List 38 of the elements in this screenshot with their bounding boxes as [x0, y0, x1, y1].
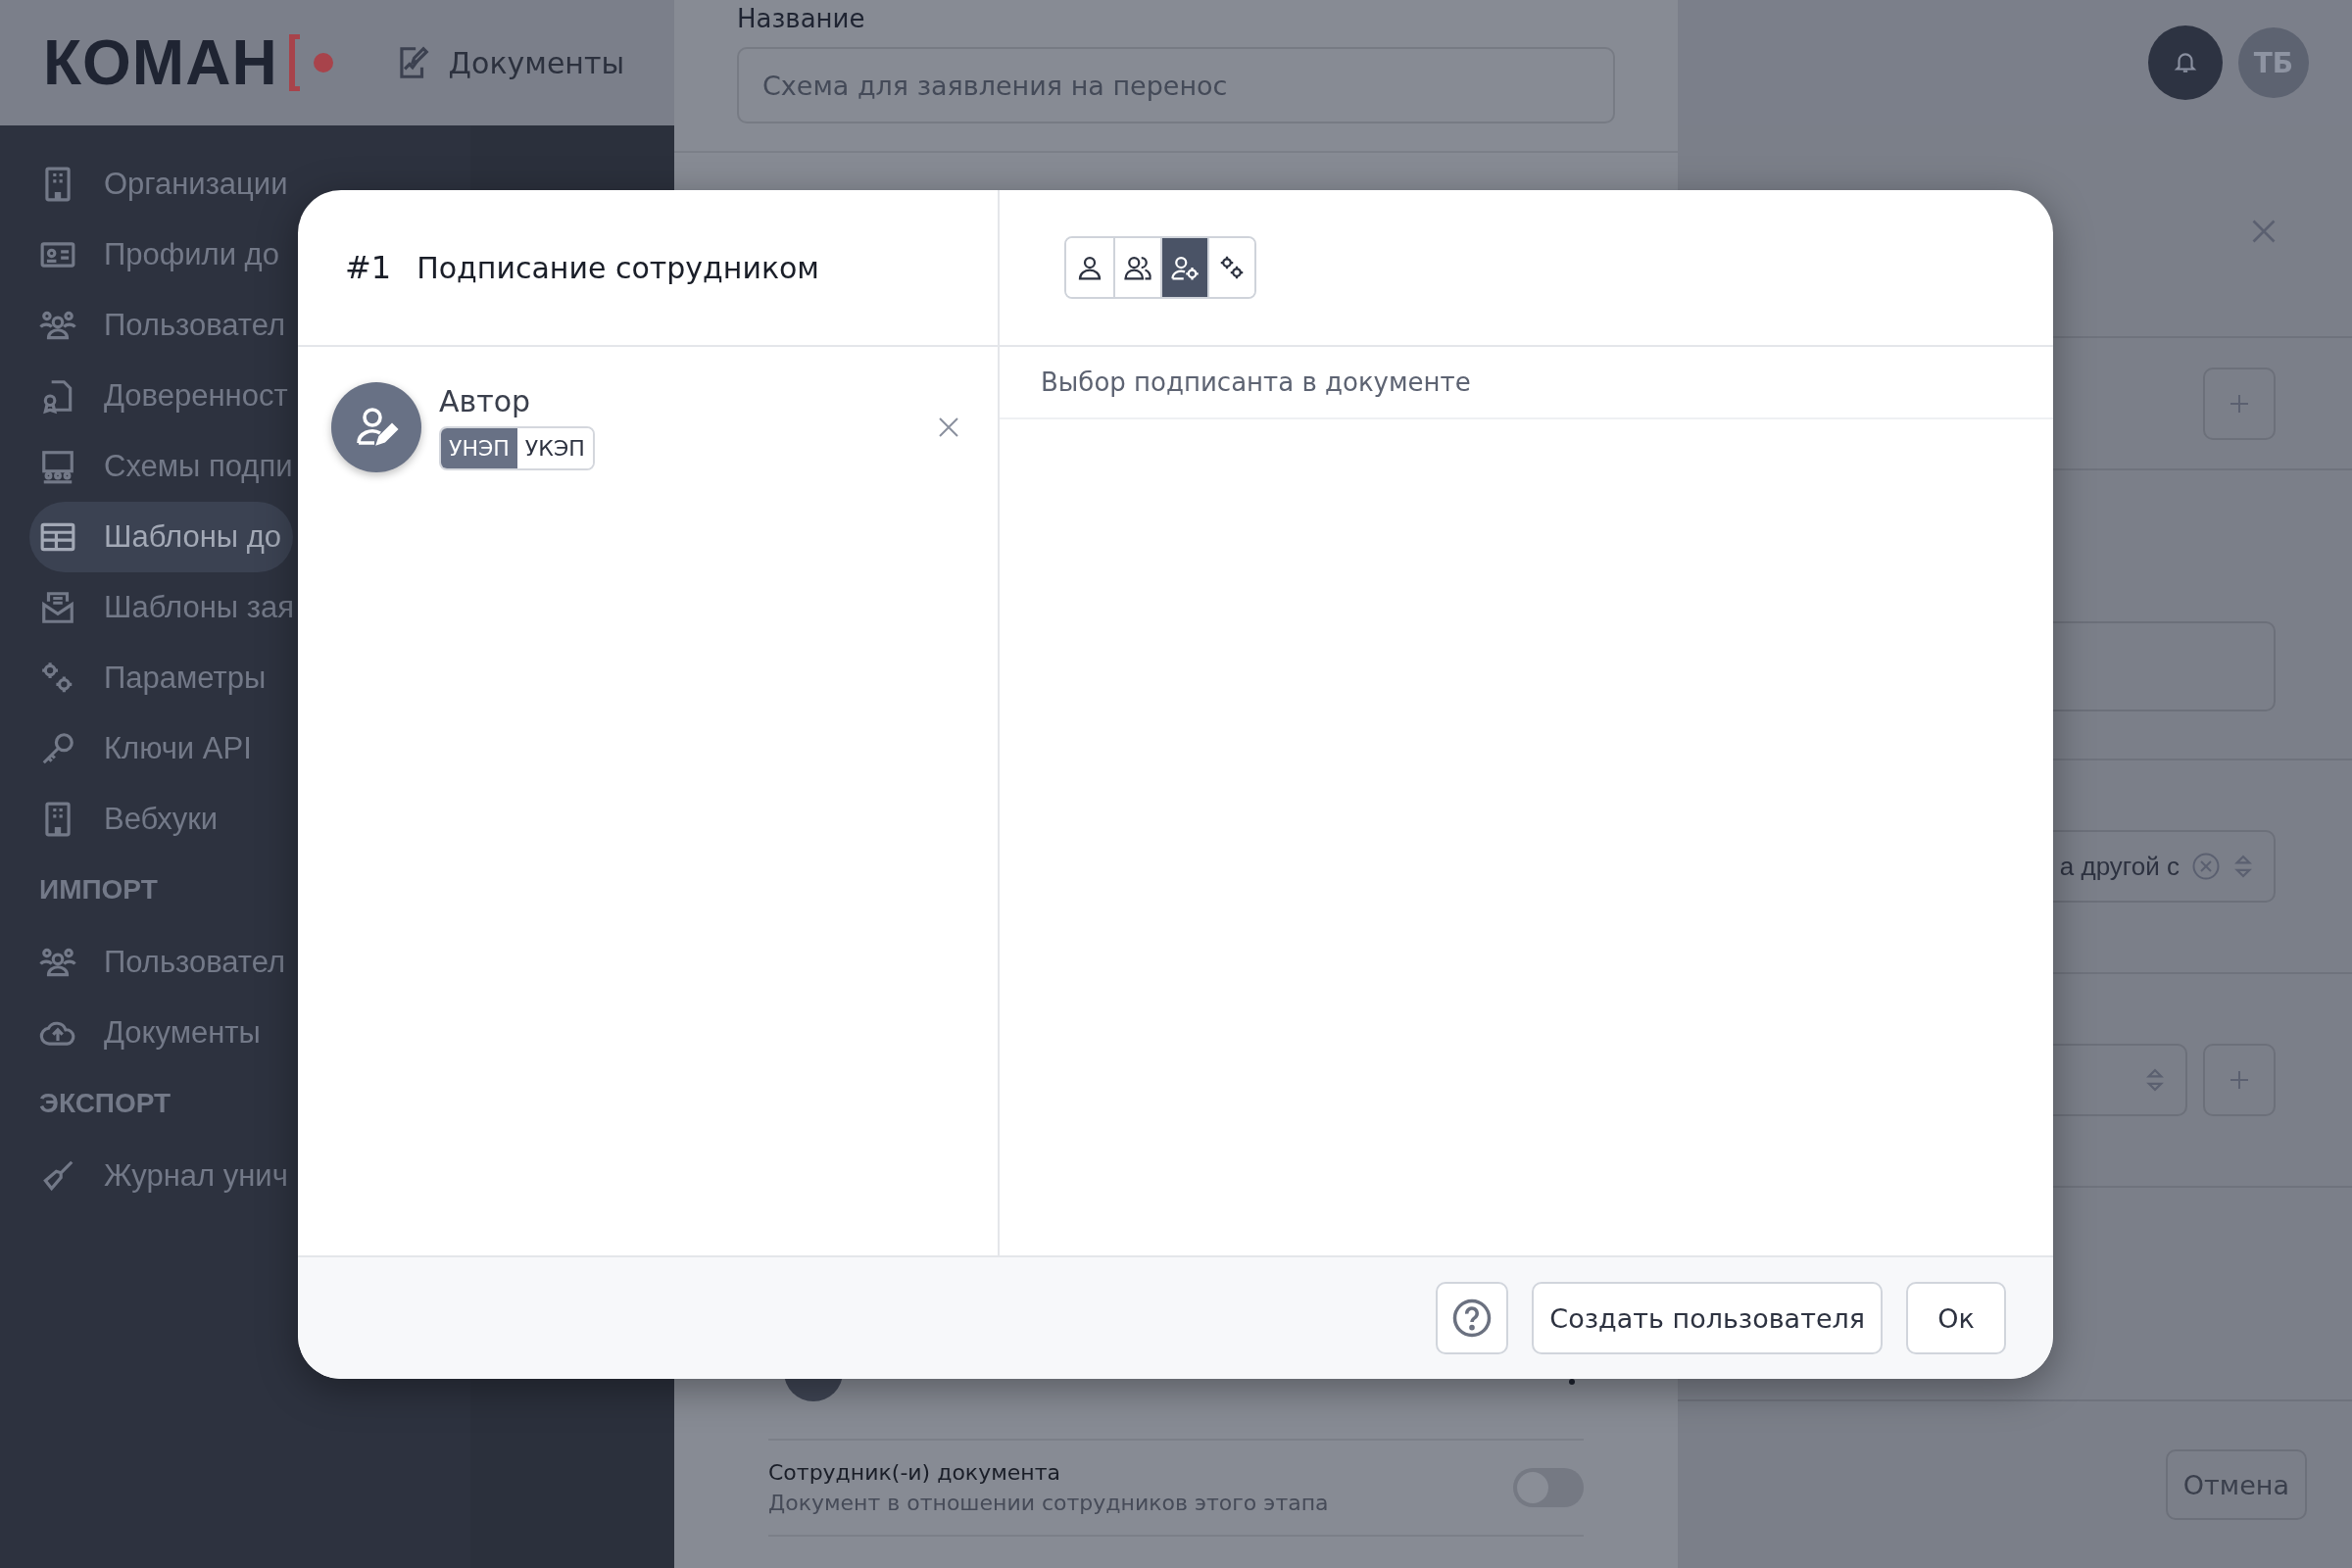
close-icon[interactable]: [937, 416, 960, 439]
sidebar-section-heading: ЭКСПОРТ: [38, 1087, 172, 1120]
name-field[interactable]: Схема для заявления на перенос: [737, 47, 1615, 123]
signer-mode-button[interactable]: [1160, 238, 1207, 297]
sidebar-item[interactable]: Документы: [29, 998, 272, 1068]
toggle-description: Документ в отношении сотрудников этого этапа: [768, 1491, 1329, 1515]
help-icon: [1451, 1298, 1494, 1339]
sidebar-item[interactable]: Вебхуки: [29, 784, 230, 855]
sidebar-item[interactable]: Параметры: [29, 643, 278, 713]
create-user-button[interactable]: Создать пользователя: [1532, 1282, 1883, 1354]
bell-icon: [2173, 50, 2198, 75]
modal-title: Подписание сотрудником: [416, 250, 819, 285]
field-label: Название: [737, 3, 866, 33]
plus-icon: [2228, 1068, 2251, 1092]
sidebar-item[interactable]: Профили до: [29, 220, 291, 290]
ok-button[interactable]: Ок: [1906, 1282, 2006, 1354]
logo-text: КОМАН: [43, 26, 278, 99]
toggle-label: Сотрудник(-и) документа: [768, 1460, 1061, 1485]
sidebar-item[interactable]: Пользовател: [29, 290, 298, 361]
mode-description: Выбор подписанта в документе: [1000, 347, 2053, 419]
sidebar-item[interactable]: Шаблоны зая: [29, 572, 306, 643]
sidebar-item[interactable]: Ключи API: [29, 713, 264, 784]
step-number: #1: [345, 249, 392, 286]
sidebar-section-heading: ИМПОРТ: [38, 873, 159, 906]
sidebar-item[interactable]: Доверенност: [29, 361, 300, 431]
signer-name: Автор: [439, 384, 532, 418]
signer-mode-button[interactable]: [1207, 238, 1254, 297]
sidebar-item[interactable]: Схемы подпи: [29, 431, 305, 502]
help-button[interactable]: [1436, 1282, 1509, 1354]
sidebar-item[interactable]: Пользовател: [29, 927, 298, 998]
sidebar-item[interactable]: Шаблоны до: [29, 502, 294, 572]
cancel-button[interactable]: Отмена: [2165, 1449, 2307, 1520]
sidebar-item[interactable]: Организации: [29, 149, 300, 220]
signature-type-toggle[interactable]: УНЭП: [441, 428, 517, 468]
mail-icon: [39, 589, 76, 626]
nav-link[interactable]: Документы: [393, 44, 625, 81]
user-edit-avatar-icon: [331, 382, 421, 472]
sidebar-item[interactable]: Журнал унич: [29, 1141, 300, 1211]
